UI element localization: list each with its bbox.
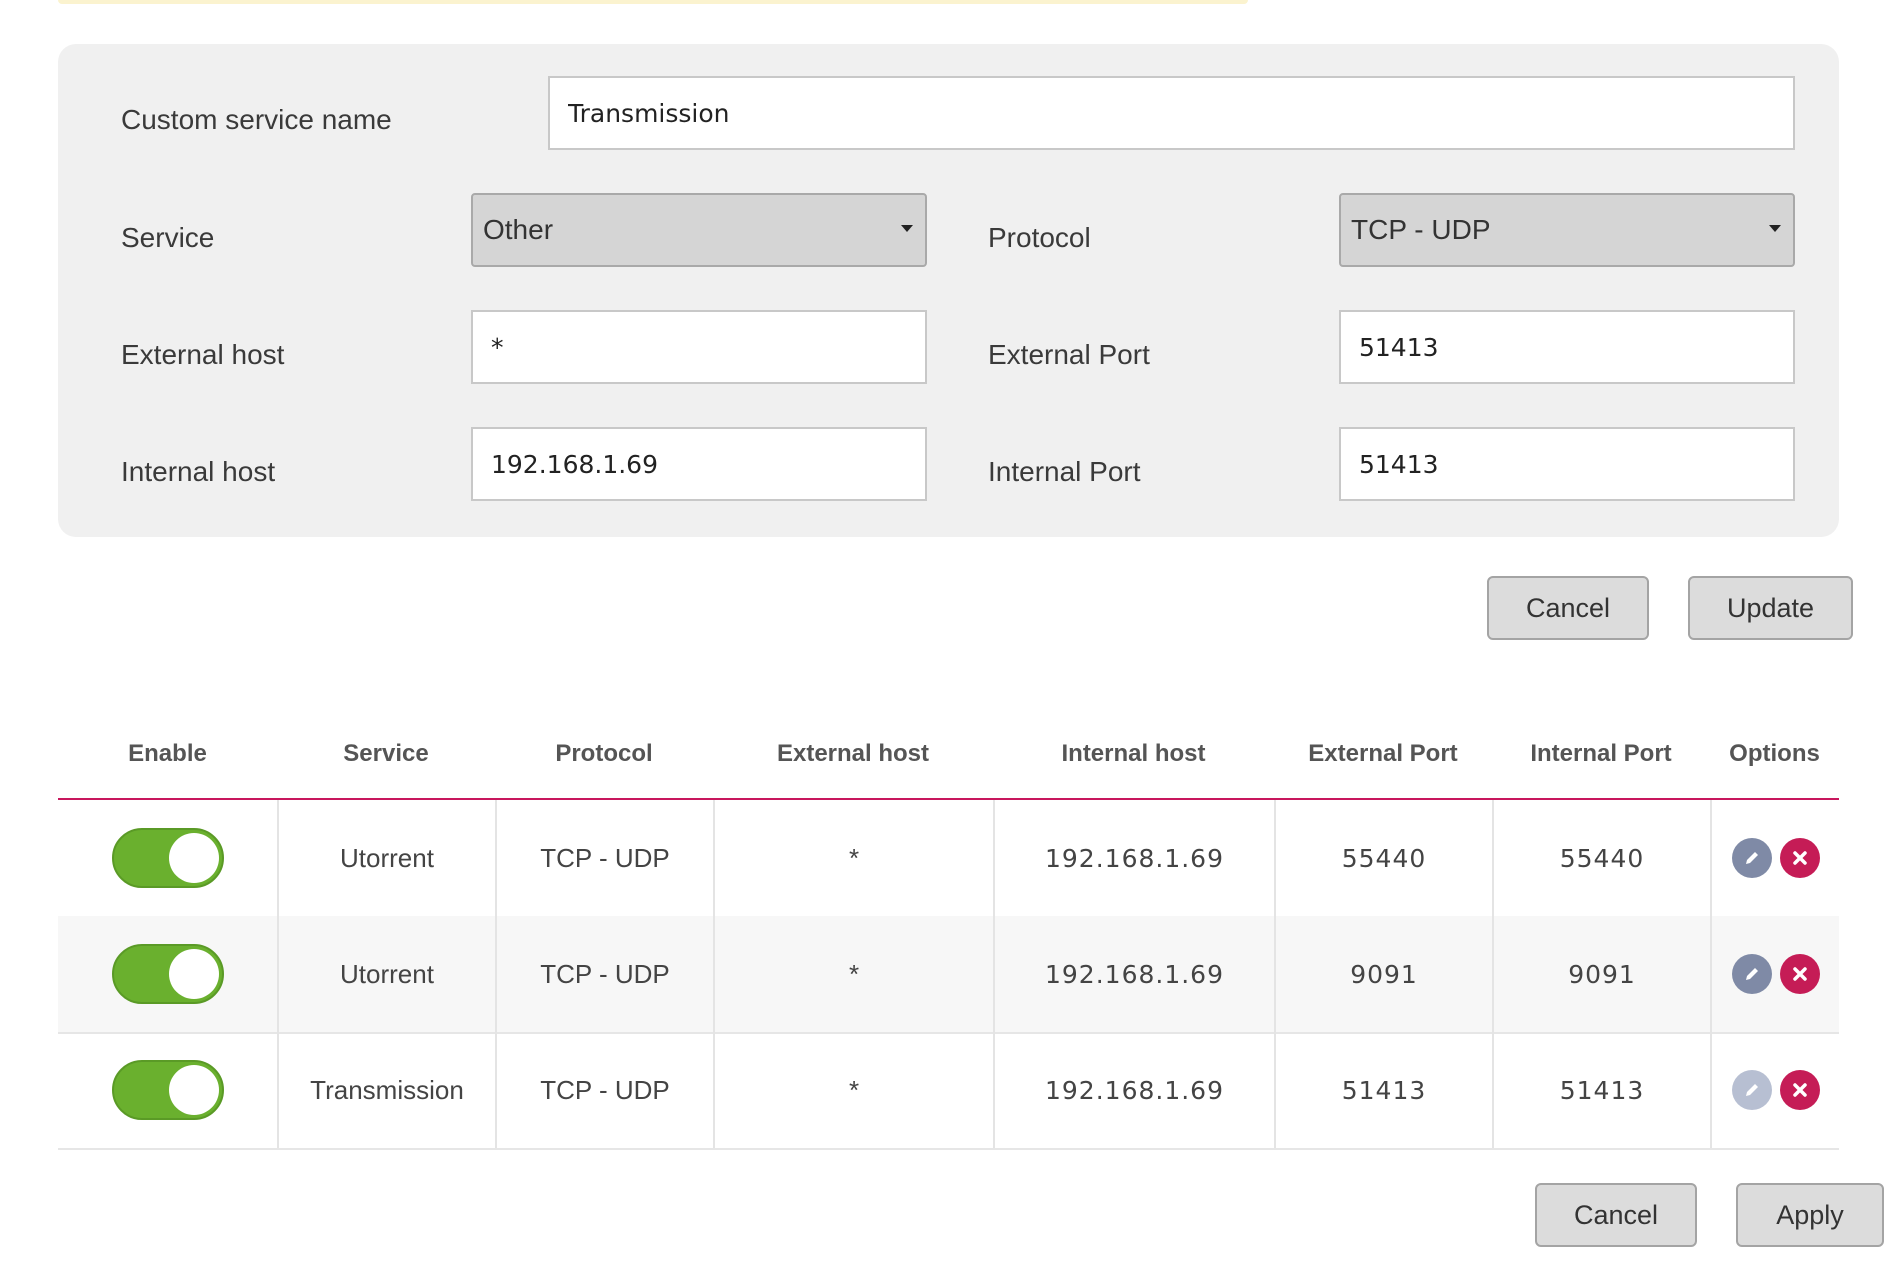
internal-port-cell: 9091 bbox=[1492, 916, 1710, 1032]
internal-host-cell: 192.168.1.69 bbox=[993, 916, 1274, 1032]
internal-port-cell: 51413 bbox=[1492, 1032, 1710, 1148]
toggle-knob bbox=[168, 833, 219, 883]
service-select[interactable]: Other bbox=[471, 193, 927, 267]
protocol-label: Protocol bbox=[988, 222, 1091, 253]
external-host-cell: * bbox=[713, 800, 993, 916]
toggle-knob bbox=[168, 949, 219, 999]
pencil-icon[interactable] bbox=[1731, 954, 1772, 994]
service-cell: Utorrent bbox=[277, 916, 495, 1032]
enable-cell bbox=[58, 1032, 277, 1148]
table-row: Transmission TCP - UDP * 192.168.1.69 51… bbox=[58, 1032, 1839, 1150]
table-row: Utorrent TCP - UDP * 192.168.1.69 55440 … bbox=[58, 800, 1839, 918]
external-host-label: External host bbox=[121, 339, 285, 370]
pencil-icon bbox=[1731, 1070, 1772, 1110]
header-enable: Enable bbox=[128, 740, 207, 767]
port-forward-form: Custom service name Service Other Protoc… bbox=[58, 44, 1839, 537]
external-port-cell: 9091 bbox=[1274, 916, 1492, 1032]
internal-host-cell: 192.168.1.69 bbox=[993, 1032, 1274, 1148]
internal-host-input[interactable] bbox=[471, 427, 927, 501]
header-internal-host: Internal host bbox=[1061, 740, 1206, 767]
table-row: Utorrent TCP - UDP * 192.168.1.69 9091 9… bbox=[58, 916, 1839, 1034]
enable-toggle[interactable] bbox=[111, 1060, 224, 1120]
protocol-select-value: TCP - UDP bbox=[1351, 214, 1491, 245]
external-host-cell: * bbox=[713, 1032, 993, 1148]
service-cell: Transmission bbox=[277, 1032, 495, 1148]
header-protocol: Protocol bbox=[555, 740, 653, 767]
service-cell: Utorrent bbox=[277, 800, 495, 916]
options-cell bbox=[1710, 1032, 1839, 1148]
enable-cell bbox=[58, 916, 277, 1032]
service-label: Service bbox=[121, 222, 215, 253]
external-port-label: External Port bbox=[988, 339, 1150, 370]
external-port-cell: 55440 bbox=[1274, 800, 1492, 916]
table-header: Enable Service Protocol External host In… bbox=[58, 710, 1839, 800]
internal-port-cell: 55440 bbox=[1492, 800, 1710, 916]
header-internal-port: Internal Port bbox=[1530, 740, 1672, 767]
options-cell bbox=[1710, 916, 1839, 1032]
header-external-host: External host bbox=[776, 740, 930, 767]
protocol-cell: TCP - UDP bbox=[495, 916, 713, 1032]
header-options: Options bbox=[1729, 740, 1820, 767]
external-host-cell: * bbox=[713, 916, 993, 1032]
external-port-cell: 51413 bbox=[1274, 1032, 1492, 1148]
protocol-cell: TCP - UDP bbox=[495, 800, 713, 916]
external-port-input[interactable] bbox=[1339, 310, 1795, 384]
protocol-select[interactable]: TCP - UDP bbox=[1339, 193, 1795, 267]
header-service: Service bbox=[343, 740, 429, 767]
caret-down-icon bbox=[901, 225, 913, 232]
toggle-knob bbox=[168, 1065, 219, 1115]
options-cell bbox=[1710, 800, 1839, 916]
header-external-port: External Port bbox=[1308, 740, 1458, 767]
form-cancel-button[interactable]: Cancel bbox=[1487, 576, 1649, 640]
internal-port-label: Internal Port bbox=[988, 456, 1141, 487]
external-host-input[interactable] bbox=[471, 310, 927, 384]
internal-host-cell: 192.168.1.69 bbox=[993, 800, 1274, 916]
enable-toggle[interactable] bbox=[111, 828, 224, 888]
pencil-icon[interactable] bbox=[1731, 838, 1772, 878]
notice-bar bbox=[58, 0, 1248, 4]
close-icon[interactable] bbox=[1779, 838, 1820, 878]
close-icon[interactable] bbox=[1779, 954, 1820, 994]
update-button[interactable]: Update bbox=[1688, 576, 1853, 640]
custom-service-name-label: Custom service name bbox=[121, 104, 392, 135]
apply-button[interactable]: Apply bbox=[1736, 1183, 1884, 1247]
footer-cancel-button[interactable]: Cancel bbox=[1535, 1183, 1697, 1247]
internal-port-input[interactable] bbox=[1339, 427, 1795, 501]
enable-toggle[interactable] bbox=[111, 944, 224, 1004]
protocol-cell: TCP - UDP bbox=[495, 1032, 713, 1148]
internal-host-label: Internal host bbox=[121, 456, 276, 487]
custom-service-name-input[interactable] bbox=[548, 76, 1795, 150]
caret-down-icon bbox=[1769, 225, 1781, 232]
enable-cell bbox=[58, 800, 277, 916]
service-select-value: Other bbox=[483, 214, 554, 245]
close-icon[interactable] bbox=[1779, 1070, 1820, 1110]
